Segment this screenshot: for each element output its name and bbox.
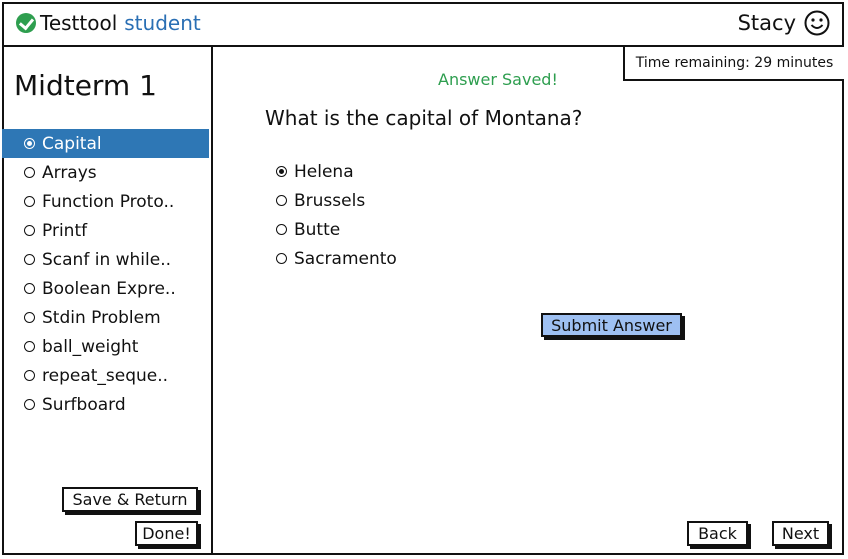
radio-selected-icon[interactable]	[276, 166, 287, 177]
radio-icon[interactable]	[24, 312, 35, 323]
smiley-avatar-icon	[804, 10, 830, 36]
question-nav-item-label: Function Proto..	[42, 191, 175, 212]
question-nav-item[interactable]: Arrays	[2, 158, 209, 187]
radio-icon[interactable]	[24, 225, 35, 236]
question-nav-item[interactable]: Surfboard	[2, 390, 209, 419]
radio-icon[interactable]	[24, 341, 35, 352]
question-nav-item[interactable]: repeat_seque..	[2, 361, 209, 390]
question-nav-item-label: Arrays	[42, 162, 97, 183]
question-nav-item-label: Capital	[42, 133, 102, 154]
question-nav-item-label: Printf	[42, 220, 88, 241]
answer-option-label: Brussels	[294, 190, 366, 211]
radio-icon[interactable]	[276, 224, 287, 235]
question-list: Capital Arrays Function Proto.. Printf Scanf…	[2, 129, 209, 419]
question-nav-item[interactable]: Scanf in while..	[2, 245, 209, 274]
save-return-button[interactable]: Save & Return	[62, 487, 198, 512]
brand-name: Testtool	[40, 11, 118, 35]
radio-selected-icon[interactable]	[24, 138, 35, 149]
radio-icon[interactable]	[24, 167, 35, 178]
answer-option[interactable]: Sacramento	[276, 244, 397, 273]
done-button[interactable]: Done!	[135, 521, 198, 546]
answer-options: Helena Brussels Butte Sacramento	[276, 157, 397, 273]
question-nav-item[interactable]: ball_weight	[2, 332, 209, 361]
radio-icon[interactable]	[24, 399, 35, 410]
brand-logo: Testtool student	[16, 11, 201, 35]
answer-option-label: Butte	[294, 219, 341, 240]
checkmark-icon	[16, 13, 36, 33]
submit-answer-button[interactable]: Submit Answer	[541, 313, 682, 337]
question-nav-item-label: repeat_seque..	[42, 365, 169, 386]
answer-option-label: Sacramento	[294, 248, 397, 269]
radio-icon[interactable]	[24, 196, 35, 207]
question-nav-item-label: Stdin Problem	[42, 307, 161, 328]
user-name: Stacy	[737, 11, 796, 35]
question-nav-item-label: Scanf in while..	[42, 249, 172, 270]
answer-option[interactable]: Brussels	[276, 186, 397, 215]
question-text: What is the capital of Montana?	[265, 106, 583, 130]
question-nav-item[interactable]: Printf	[2, 216, 209, 245]
answer-option[interactable]: Butte	[276, 215, 397, 244]
time-remaining: Time remaining: 29 minutes	[623, 47, 844, 81]
exam-title: Midterm 1	[14, 69, 157, 102]
question-nav-item-label: Surfboard	[42, 394, 126, 415]
top-bar: Testtool student Stacy	[2, 2, 844, 47]
question-nav-item-label: Boolean Expre..	[42, 278, 176, 299]
question-nav-item-label: ball_weight	[42, 336, 139, 357]
question-nav-item[interactable]: Stdin Problem	[2, 303, 209, 332]
brand-accent: student	[124, 11, 201, 35]
next-button[interactable]: Next	[772, 521, 829, 546]
question-nav-item[interactable]: Function Proto..	[2, 187, 209, 216]
back-button[interactable]: Back	[687, 521, 748, 546]
user-menu[interactable]: Stacy	[738, 10, 830, 36]
radio-icon[interactable]	[276, 253, 287, 264]
radio-icon[interactable]	[24, 254, 35, 265]
question-nav-item[interactable]: Boolean Expre..	[2, 274, 209, 303]
answer-option-label: Helena	[294, 161, 354, 182]
question-nav-item[interactable]: Capital	[2, 129, 209, 158]
answer-option[interactable]: Helena	[276, 157, 397, 186]
radio-icon[interactable]	[24, 283, 35, 294]
question-sidebar: Midterm 1 Capital Arrays Function Proto.. P…	[2, 47, 213, 555]
radio-icon[interactable]	[276, 195, 287, 206]
radio-icon[interactable]	[24, 370, 35, 381]
answer-saved-status: Answer Saved!	[438, 70, 558, 89]
